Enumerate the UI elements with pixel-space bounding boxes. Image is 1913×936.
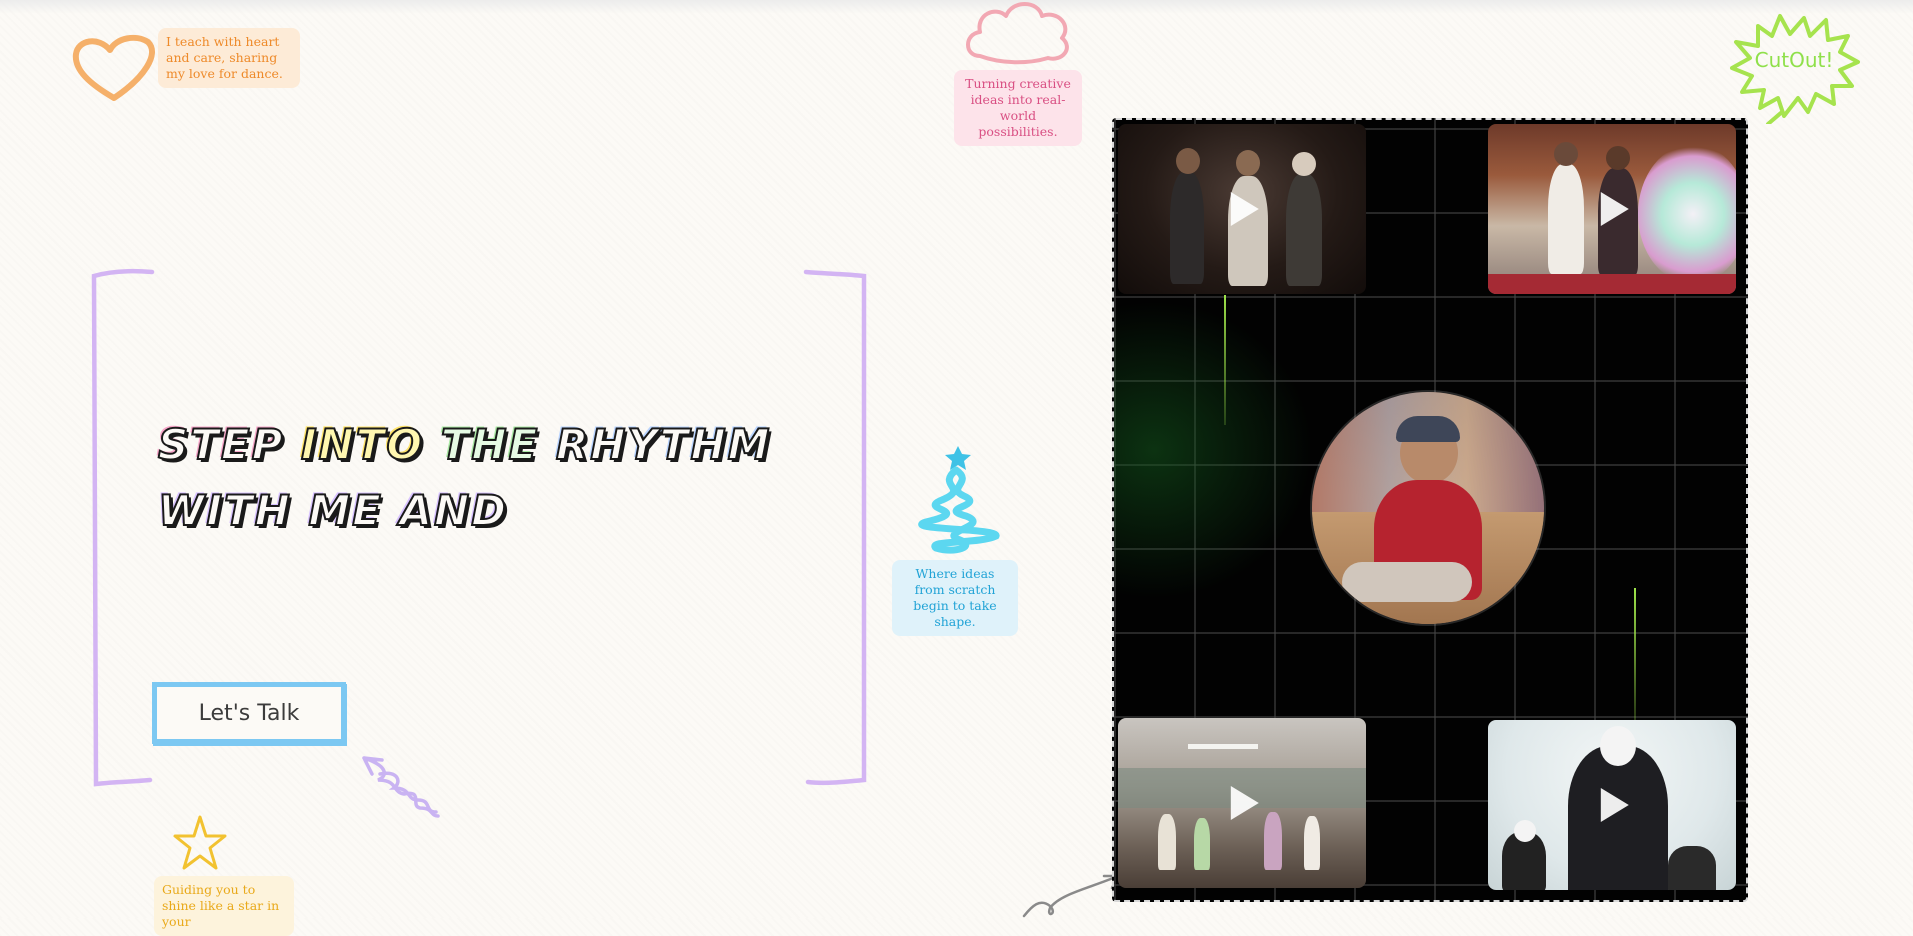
star-icon (173, 815, 227, 870)
dancer-figure (1194, 818, 1210, 870)
dancer-figure (1548, 164, 1584, 274)
headline-word-rhythm: RHYTHM (555, 419, 772, 470)
headline-line-2: WITH ME AND (157, 485, 509, 536)
headline-word-the: THE (440, 419, 540, 470)
headline-word-step: STEP (157, 419, 285, 470)
play-icon[interactable] (1600, 192, 1629, 226)
dancer-head (1236, 150, 1260, 176)
star-note: Guiding you to shine like a star in your (154, 876, 294, 936)
cloud-note: Turning creative ideas into real-world p… (954, 70, 1082, 146)
play-icon[interactable] (1230, 192, 1259, 226)
green-glow (1114, 300, 1314, 600)
instructor-pants (1342, 562, 1472, 602)
top-shadow (0, 0, 1913, 14)
cutout-label: CutOut! (1754, 48, 1834, 72)
dancer-head (1606, 146, 1630, 170)
headline-word-into: INTO (300, 419, 425, 470)
dancer-figure (1158, 814, 1176, 870)
light-beam-right (1634, 588, 1636, 728)
dancer-figure (1668, 846, 1716, 890)
heart-icon (72, 34, 155, 101)
dancer-figure (1286, 174, 1322, 286)
dancer-figure (1264, 812, 1282, 870)
ceiling-light (1188, 744, 1258, 749)
video-gallery (1112, 118, 1748, 902)
tree-note: Where ideas from scratch begin to take s… (892, 560, 1018, 636)
dance-video-3[interactable] (1118, 718, 1366, 888)
lets-talk-button[interactable]: Let's Talk (152, 682, 346, 744)
heart-note: I teach with heart and care, sharing my … (158, 28, 300, 88)
instructor-portrait (1312, 392, 1544, 624)
dancer-head (1514, 820, 1536, 842)
loop-arrow-icon (1022, 874, 1120, 918)
floral-backdrop (1638, 144, 1736, 284)
squiggle-arrow-icon (362, 756, 440, 818)
hero-headline: STEP INTO THE RHYTHM WITH ME AND (157, 412, 798, 544)
right-bracket (803, 269, 867, 786)
dance-video-1[interactable] (1118, 124, 1366, 294)
dancer-figure (1170, 172, 1204, 284)
left-bracket (91, 268, 155, 787)
play-icon[interactable] (1600, 788, 1629, 822)
dance-video-2[interactable] (1488, 124, 1736, 294)
dancer-head (1292, 152, 1316, 176)
dance-video-4[interactable] (1488, 720, 1736, 890)
dancer-head (1554, 142, 1578, 166)
instructor-cap (1396, 416, 1460, 442)
play-icon[interactable] (1230, 786, 1259, 820)
cutout-sticker: CutOut! (1728, 12, 1860, 124)
tree-icon (918, 446, 1000, 554)
cloud-icon (966, 2, 1069, 65)
dancer-head (1176, 148, 1200, 174)
dancer-head (1600, 726, 1636, 766)
light-beam-left (1224, 295, 1226, 425)
dancer-figure (1304, 816, 1320, 870)
red-carpet (1488, 274, 1736, 294)
